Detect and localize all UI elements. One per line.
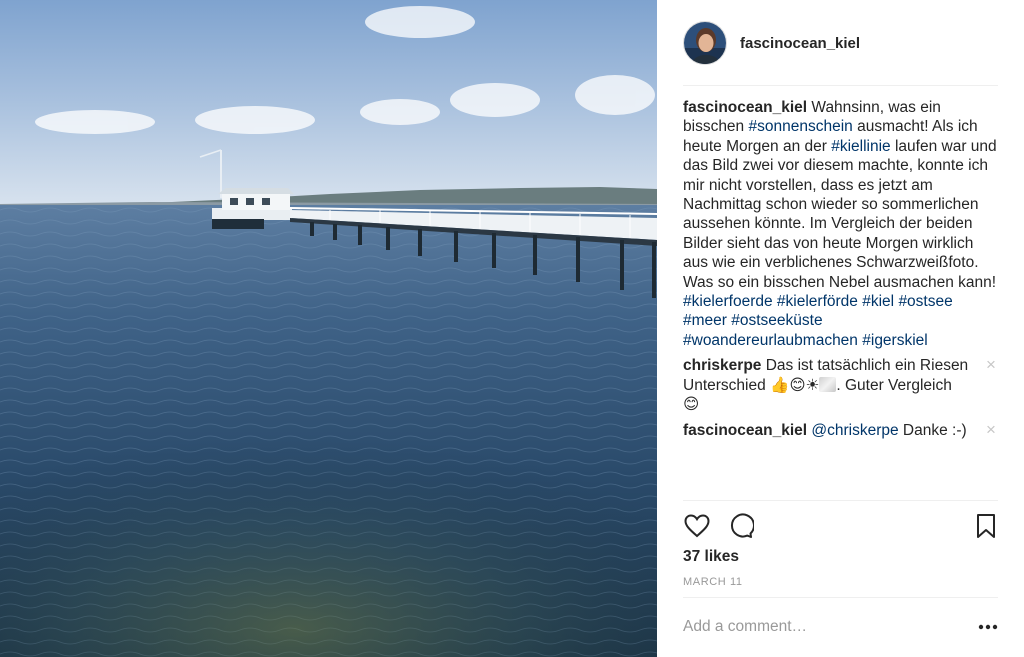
heart-icon[interactable] (683, 512, 711, 540)
comments-list: fascinocean_kiel Wahnsinn, was ein bissc… (683, 98, 998, 446)
hashtag-meer[interactable]: #meer (683, 312, 727, 329)
pier-photo-image (0, 0, 657, 657)
comment-item: chriskerpe Das ist tatsächlich ein Riese… (683, 356, 998, 414)
header-divider (683, 85, 998, 86)
comment-input-divider (683, 597, 998, 598)
comment-username[interactable]: fascinocean_kiel (683, 422, 807, 439)
post-photo[interactable] (0, 0, 657, 657)
caption-text-3: laufen war und das Bild zwei vor diesem … (683, 137, 997, 291)
comment-icon[interactable] (726, 512, 755, 540)
add-comment-input[interactable] (683, 610, 968, 644)
hashtag-ostseekueste[interactable]: #ostseeküste (731, 312, 822, 329)
avatar[interactable] (683, 21, 727, 65)
post-date: MARCH 11 (683, 576, 743, 588)
comment-text-end: . Guter Vergleich (836, 376, 952, 394)
header-username[interactable]: fascinocean_kiel (740, 35, 860, 52)
caption: fascinocean_kiel Wahnsinn, was ein bissc… (683, 98, 998, 350)
action-bar (683, 512, 998, 540)
bookmark-icon[interactable] (972, 512, 1000, 540)
hashtag-kielerfoerde[interactable]: #kielerfoerde (683, 293, 773, 310)
hashtag-kielerfoerde-umlaut[interactable]: #kielerförde (777, 293, 858, 310)
hashtag-woandereurlaubmachen[interactable]: #woandereurlaubmachen (683, 332, 858, 349)
comment-item: fascinocean_kiel @chriskerpe Danke :-) × (683, 421, 998, 440)
close-icon[interactable]: × (984, 421, 998, 438)
comment-emoji-end: 😊 (683, 395, 700, 414)
hashtag-ostsee[interactable]: #ostsee (898, 293, 952, 310)
caption-username[interactable]: fascinocean_kiel (683, 99, 807, 116)
actions-divider (683, 500, 998, 501)
hashtag-sonnenschein[interactable]: #sonnenschein (748, 118, 852, 135)
pixelated-emoji-icon (819, 376, 837, 392)
likes-count[interactable]: 37 likes (683, 548, 739, 566)
hashtag-igerskiel[interactable]: #igerskiel (862, 332, 927, 349)
comment-emojis: 👍😊☀ (770, 375, 820, 394)
hashtag-kiel[interactable]: #kiel (862, 293, 894, 310)
close-icon[interactable]: × (984, 356, 998, 373)
comment-text: Danke :-) (898, 421, 967, 439)
post-details-panel: fascinocean_kiel fascinocean_kiel Wahnsi… (657, 0, 1024, 657)
more-options-icon[interactable] (977, 617, 999, 637)
hashtag-kiellinie[interactable]: #kiellinie (831, 138, 890, 155)
post-header: fascinocean_kiel (683, 19, 998, 67)
comment-username[interactable]: chriskerpe (683, 357, 761, 374)
comment-mention[interactable]: @chriskerpe (811, 422, 898, 439)
